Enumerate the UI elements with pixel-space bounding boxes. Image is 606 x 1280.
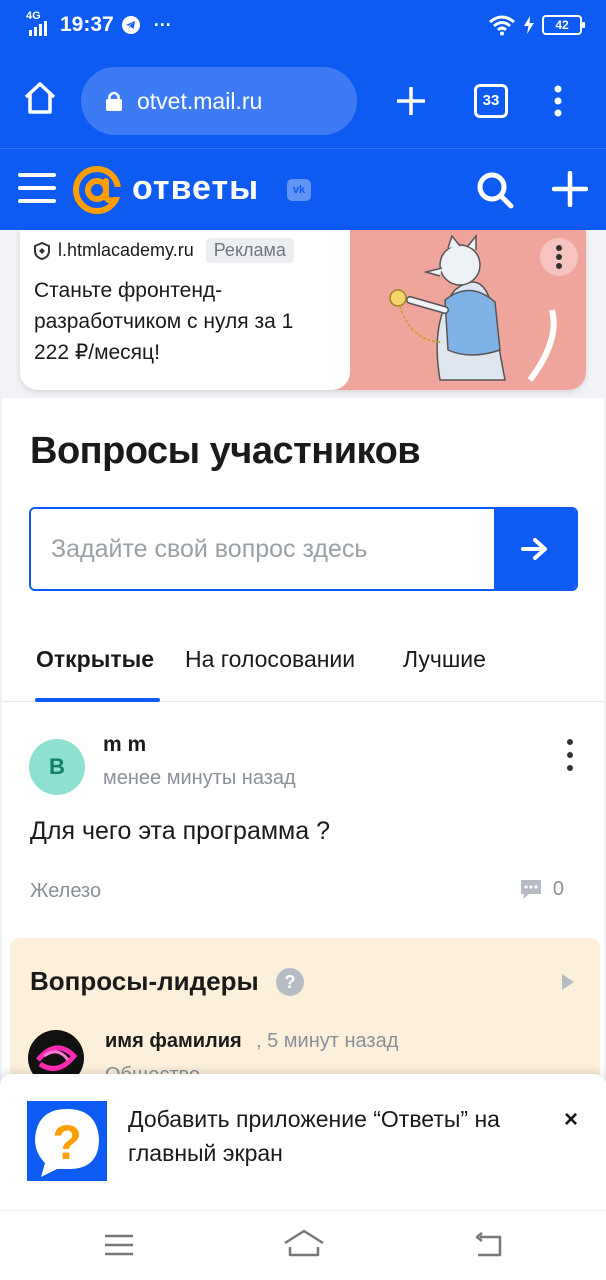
ad-title: Станьте фронтенд-разработчиком с нуля за… (34, 279, 294, 364)
help-icon[interactable]: ? (276, 968, 304, 996)
question-bubble-icon: ? (35, 1109, 99, 1177)
system-home-button[interactable] (283, 1229, 325, 1264)
browser-menu-button[interactable] (552, 84, 564, 123)
wifi-icon (489, 15, 515, 36)
comments-count: 0 (552, 877, 564, 900)
question-tabs: Открытые На голосовании Лучшие (2, 634, 604, 702)
browser-toolbar: otvet.mail.ru 33 (0, 56, 606, 148)
hamburger-menu-button[interactable] (18, 171, 56, 210)
home-button[interactable] (22, 80, 58, 121)
install-banner-text: Добавить приложение “Ответы” на главный … (128, 1106, 500, 1166)
home-outline-icon (284, 1229, 324, 1257)
plus-icon (397, 87, 425, 115)
ad-source: l.htmlacademy.ru (58, 240, 194, 260)
lock-icon (106, 91, 122, 111)
app-icon: ? (27, 1101, 107, 1181)
hamburger-icon (18, 173, 56, 203)
system-navigation-bar (0, 1210, 606, 1280)
site-search-button[interactable] (476, 171, 514, 214)
avatar[interactable]: B (29, 739, 85, 795)
question-time: менее минуты назад (103, 767, 296, 789)
site-logo[interactable] (72, 165, 124, 220)
ad-zone: l.htmlacademy.ru Реклама Станьте фронтен… (0, 230, 606, 398)
question-comments[interactable]: 0 (519, 877, 564, 901)
ad-card[interactable]: l.htmlacademy.ru Реклама Станьте фронтен… (20, 230, 586, 390)
back-icon (475, 1232, 502, 1257)
charging-icon (524, 16, 534, 34)
svg-text:?: ? (52, 1117, 81, 1170)
question-text[interactable]: Для чего эта программа ? (30, 817, 330, 846)
status-time: 19:37 (60, 13, 114, 36)
home-icon (24, 82, 56, 114)
leader-author[interactable]: имя фамилия (105, 1030, 242, 1053)
telegram-icon (121, 16, 140, 34)
ad-text-block[interactable]: l.htmlacademy.ru Реклама Станьте фронтен… (20, 230, 350, 390)
question-search-box (29, 507, 578, 591)
search-icon (477, 172, 514, 209)
active-tab-indicator (35, 698, 160, 702)
chevron-right-icon[interactable] (562, 974, 574, 990)
system-back-button[interactable] (472, 1231, 504, 1264)
question-author[interactable]: m m (103, 733, 146, 757)
address-bar[interactable]: otvet.mail.ru (81, 67, 357, 135)
leaders-title[interactable]: Вопросы-лидеры (30, 966, 259, 997)
more-vertical-icon (554, 85, 562, 117)
page-title: Вопросы участников (30, 430, 421, 472)
recent-apps-button[interactable] (104, 1233, 134, 1262)
tabs-count: 33 (474, 84, 508, 118)
url-text: otvet.mail.ru (137, 87, 263, 114)
tabs-button[interactable]: 33 (474, 84, 508, 118)
leader-time: , 5 минут назад (256, 1030, 399, 1052)
at-logo-icon (73, 166, 124, 214)
install-app-banner[interactable]: ? Добавить приложение “Ответы” на главны… (0, 1074, 606, 1210)
plus-icon (551, 170, 589, 208)
tab-voting[interactable]: На голосовании (185, 646, 355, 673)
status-bar: 4G 19:37 ··· 42 (0, 0, 606, 56)
arrow-right-icon (521, 538, 547, 560)
question-card[interactable]: B m m менее минуты назад Для чего эта пр… (2, 703, 604, 933)
site-header: ответы vk (0, 148, 606, 230)
ask-question-button[interactable] (551, 170, 589, 212)
signal-icon: 4G (26, 10, 52, 38)
question-category[interactable]: Железо (30, 880, 101, 903)
tab-open[interactable]: Открытые (36, 646, 154, 673)
ad-label: Реклама (205, 238, 294, 263)
close-banner-button[interactable]: × (564, 1106, 578, 1134)
question-menu-button[interactable] (564, 739, 576, 771)
shield-icon (34, 241, 50, 260)
ad-menu-button[interactable] (540, 238, 578, 276)
new-tab-button[interactable] (394, 84, 428, 123)
tab-best[interactable]: Лучшие (403, 646, 486, 673)
comment-icon (520, 880, 541, 899)
battery-icon: 42 (542, 15, 585, 35)
vk-badge: vk (287, 179, 311, 201)
submit-question-button[interactable] (494, 509, 576, 589)
site-logo-text[interactable]: ответы (132, 169, 259, 208)
question-input[interactable] (31, 509, 494, 589)
status-more: ··· (153, 14, 172, 35)
more-vertical-icon (556, 245, 562, 269)
menu-icon (105, 1234, 133, 1256)
